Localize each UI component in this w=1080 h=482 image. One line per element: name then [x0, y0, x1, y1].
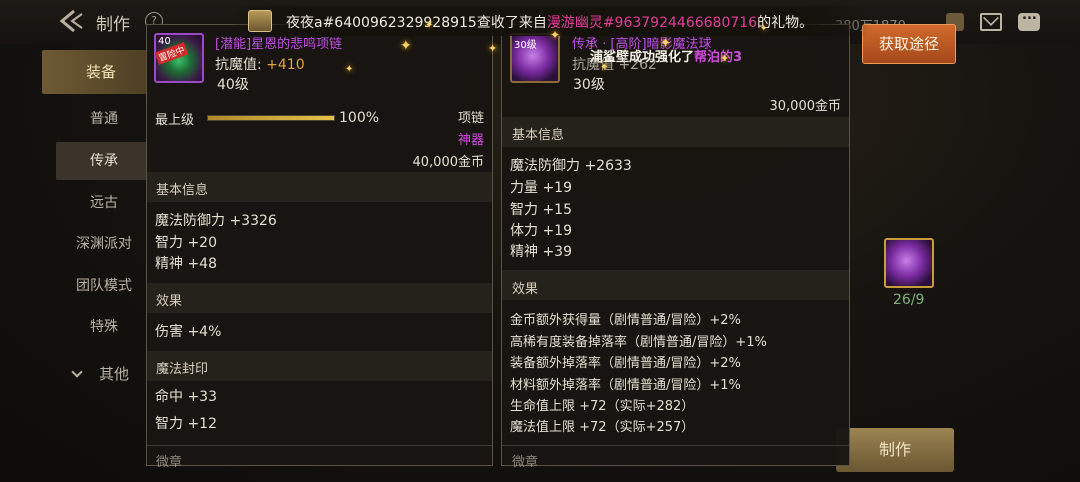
grade-progress-bar — [207, 115, 335, 121]
material-icon[interactable] — [884, 238, 934, 288]
item-level: 30级 — [573, 77, 605, 93]
grade-progress-fill — [208, 116, 334, 120]
stat-line: 智力 +15 — [510, 202, 572, 218]
footer-partial: 微章 — [512, 455, 539, 470]
sidebar-item-team-mode[interactable]: 团队模式 — [56, 267, 152, 305]
stat-line: 精神 +48 — [155, 256, 217, 272]
sidebar-item-abyss-party[interactable]: 深渊派对 — [56, 225, 152, 263]
sparkle-icon: ✦ — [550, 28, 561, 42]
stat-line: 力量 +19 — [510, 180, 572, 196]
anti-magic-stat: 抗魔值: +410 — [215, 57, 305, 73]
effect-line: 高稀有度装备掉落率（剧情普通/冒险）+1% — [510, 335, 767, 350]
effect-title: 效果 — [512, 282, 539, 297]
item-price: 30,000金币 — [769, 99, 842, 114]
sidebar-item-special[interactable]: 特殊 — [56, 308, 152, 346]
sidebar-category-equipment[interactable]: 装备 — [42, 50, 160, 94]
effect-line: 金币额外获得量（剧情普通/冒险）+2% — [510, 313, 741, 328]
necklace-item-icon: 40 冒险中 — [154, 33, 204, 83]
sidebar-item-inheritance[interactable]: 传承 — [56, 142, 152, 180]
effect-title: 效果 — [156, 294, 183, 309]
gift-chest-icon — [248, 10, 272, 32]
stat-line: 魔法防御力 +2633 — [510, 158, 632, 174]
effect-line: 伤害 +4% — [155, 324, 222, 340]
seal-line: 命中 +33 — [155, 389, 217, 405]
sidebar-category-other[interactable]: 其他 — [42, 352, 160, 396]
sparkle-icon: ✦ — [760, 24, 768, 34]
item-tooltip-left: 40 冒险中 [潜能]星恩的悲鸣项链 抗魔值: +410 40级 最上级 100… — [146, 24, 493, 470]
effect-line: 装备额外掉落率（剧情普通/冒险）+2% — [510, 356, 741, 371]
item-tooltip-right: 30级 传承 · [高阶]暗影魔法球 抗魔值 +262 30级 30,000金币… — [501, 24, 850, 470]
sparkle-icon: ✦ — [425, 20, 434, 31]
craft-button[interactable]: 制作 — [836, 428, 954, 472]
material-count: 26/9 — [893, 292, 925, 308]
obtain-route-button[interactable]: 获取途径 — [862, 24, 956, 64]
item-level: 40级 — [217, 77, 249, 93]
grade-percent: 100% — [339, 110, 380, 126]
grade-label: 最上级 — [155, 113, 195, 128]
sparkle-icon: ✦ — [345, 64, 354, 75]
page-title: 制作 — [96, 15, 130, 35]
sidebar: 装备 普通 传承 远古 深渊派对 团队模式 特殊 其他 — [42, 50, 160, 482]
back-arrow-icon — [59, 9, 83, 33]
stat-line: 魔法防御力 +3326 — [155, 213, 277, 229]
sparkle-icon: ✦ — [400, 38, 412, 54]
basic-info-title: 基本信息 — [512, 128, 565, 143]
stat-line: 体力 +19 — [510, 223, 572, 239]
back-button[interactable] — [58, 8, 86, 34]
item-price: 40,000金币 — [412, 155, 485, 170]
footer-partial: 微章 — [156, 455, 183, 470]
slot-type: 项链 — [457, 111, 484, 126]
sidebar-item-ancient[interactable]: 远古 — [56, 184, 152, 222]
chat-icon[interactable] — [1018, 8, 1040, 31]
effect-line: 材料额外掉落率（剧情普通/冒险）+1% — [510, 378, 741, 393]
seal-line: 智力 +12 — [155, 416, 217, 432]
stat-line: 智力 +20 — [155, 235, 217, 251]
sparkle-icon: ✦ — [488, 42, 498, 55]
stat-line: 精神 +39 — [510, 244, 572, 260]
mail-icon[interactable] — [980, 13, 1002, 31]
chevron-down-icon — [71, 366, 83, 378]
basic-info-title: 基本信息 — [156, 183, 209, 198]
magic-seal-title: 魔法封印 — [156, 362, 209, 377]
sparkle-icon: ✦ — [660, 36, 671, 51]
sparkle-icon: ✦ — [600, 62, 609, 73]
effect-line: 魔法值上限 +72（实际+257） — [510, 420, 695, 435]
sidebar-item-normal[interactable]: 普通 — [56, 100, 152, 138]
sparkle-icon: ✦ — [720, 52, 730, 65]
rarity-label: 神器 — [457, 133, 484, 148]
effect-line: 生命值上限 +72（实际+282） — [510, 399, 695, 414]
